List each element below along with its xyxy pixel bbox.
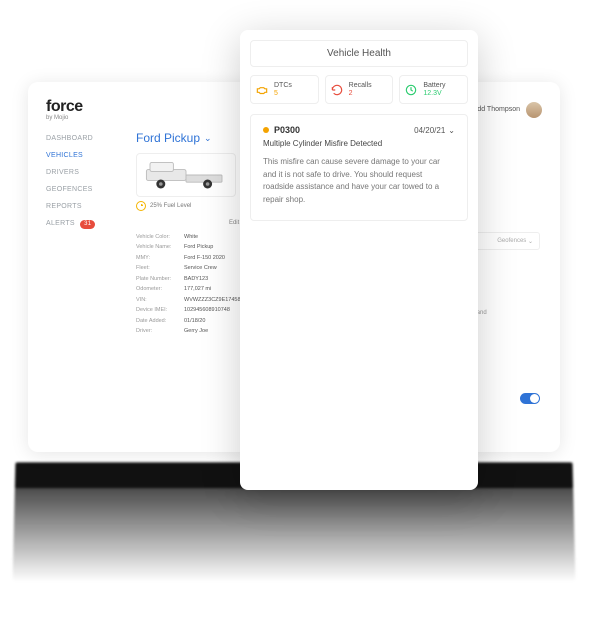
dtc-code-row: P0300: [263, 125, 300, 135]
battery-icon: [404, 83, 418, 97]
recall-icon: [330, 83, 344, 97]
sidebar-item-reports[interactable]: REPORTS: [46, 203, 118, 210]
sidebar-item-label: ALERTS: [46, 220, 75, 227]
spec-key: Plate Number:: [136, 274, 184, 284]
spec-key: Vehicle Color:: [136, 232, 184, 242]
spec-row: Device IMEI:102945608910748: [136, 305, 246, 315]
sidebar: DASHBOARD VEHICLES DRIVERS GEOFENCES REP…: [46, 131, 118, 336]
stat-dtcs[interactable]: DTCs 5: [250, 75, 319, 104]
modal-title: Vehicle Health: [250, 40, 468, 67]
fuel-label: 25% Fuel Level: [150, 203, 191, 209]
chevron-down-icon: ⌄: [528, 238, 533, 245]
stat-value: 2: [349, 90, 372, 98]
fuel-level: 25% Fuel Level: [136, 201, 246, 211]
spec-value: WVWZZZ3CZ9E174581: [184, 295, 244, 305]
stat-value: 12.3V: [423, 90, 445, 98]
dtc-subtitle: Multiple Cylinder Misfire Detected: [263, 139, 455, 148]
sidebar-item-dashboard[interactable]: DASHBOARD: [46, 135, 118, 142]
spec-row: Vehicle Name:Ford Pickup: [136, 242, 246, 252]
truck-icon: [141, 157, 231, 193]
spec-key: Fleet:: [136, 263, 184, 273]
spec-value: 102945608910748: [184, 305, 230, 315]
stat-label: Recalls: [349, 82, 372, 90]
spec-row: Odometer:177,027 mi: [136, 284, 246, 294]
sidebar-item-vehicles[interactable]: VEHICLES: [46, 152, 118, 159]
chevron-down-icon: ⌄: [204, 133, 212, 144]
spec-row: Plate Number:BADY123: [136, 274, 246, 284]
sidebar-item-alerts[interactable]: ALERTS 31: [46, 220, 118, 229]
vehicle-health-modal: Vehicle Health DTCs 5 Recalls 2: [240, 30, 478, 490]
spec-value: 01/18/20: [184, 316, 205, 326]
spec-row: MMY:Ford F-150 2020: [136, 253, 246, 263]
stat-battery[interactable]: Battery 12.3V: [399, 75, 468, 104]
spec-key: Vehicle Name:: [136, 242, 184, 252]
dtc-code: P0300: [274, 125, 300, 135]
vehicle-image: [136, 153, 236, 197]
spec-row: Driver:Gerry Joe: [136, 326, 246, 336]
dtc-date: 04/20/21: [414, 126, 445, 135]
spec-key: Odometer:: [136, 284, 184, 294]
vehicle-card: 25% Fuel Level Edit ✎ Vehicle Color:Whit…: [136, 153, 246, 336]
engine-icon: [255, 83, 269, 97]
status-dot-icon: [263, 127, 269, 133]
sidebar-item-geofences[interactable]: GEOFENCES: [46, 186, 118, 193]
stat-row: DTCs 5 Recalls 2 Battery 12.3V: [250, 75, 468, 104]
spec-row: Vehicle Color:White: [136, 232, 246, 242]
user-area[interactable]: Todd Thompson: [470, 102, 542, 118]
spec-key: Device IMEI:: [136, 305, 184, 315]
dtc-date-dropdown[interactable]: 04/20/21 ⌄: [414, 126, 455, 135]
spec-value: Service Crew: [184, 263, 217, 273]
spec-key: MMY:: [136, 253, 184, 263]
spec-value: Ford F-150 2020: [184, 253, 225, 263]
spec-key: Date Added:: [136, 316, 184, 326]
stat-label: Battery: [423, 82, 445, 90]
stat-label: DTCs: [274, 82, 292, 90]
page-title: Ford Pickup: [136, 131, 200, 145]
fuel-gauge-icon: [136, 201, 146, 211]
vehicle-spec-table: Vehicle Color:WhiteVehicle Name:Ford Pic…: [136, 232, 246, 336]
spec-row: Date Added:01/18/20: [136, 316, 246, 326]
sidebar-item-drivers[interactable]: DRIVERS: [46, 169, 118, 176]
avatar[interactable]: [526, 102, 542, 118]
chevron-down-icon: ⌄: [448, 126, 455, 135]
spec-value: White: [184, 232, 198, 242]
stat-recalls[interactable]: Recalls 2: [325, 75, 394, 104]
spec-value: Gerry Joe: [184, 326, 208, 336]
spec-row: Fleet:Service Crew: [136, 263, 246, 273]
spec-key: VIN:: [136, 295, 184, 305]
spec-value: BADY123: [184, 274, 208, 284]
spec-row: VIN:WVWZZZ3CZ9E174581: [136, 295, 246, 305]
brand-name: force: [46, 98, 83, 116]
brand: force by Mojio: [46, 98, 83, 121]
dtc-card: P0300 04/20/21 ⌄ Multiple Cylinder Misfi…: [250, 114, 468, 221]
edit-button[interactable]: Edit ✎: [136, 219, 246, 226]
spec-value: 177,027 mi: [184, 284, 211, 294]
spec-value: Ford Pickup: [184, 242, 213, 252]
spec-key: Driver:: [136, 326, 184, 336]
alerts-badge: 31: [80, 220, 95, 229]
stat-value: 5: [274, 90, 292, 98]
dtc-body: This misfire can cause severe damage to …: [263, 156, 455, 206]
toggle-switch[interactable]: [520, 393, 540, 404]
